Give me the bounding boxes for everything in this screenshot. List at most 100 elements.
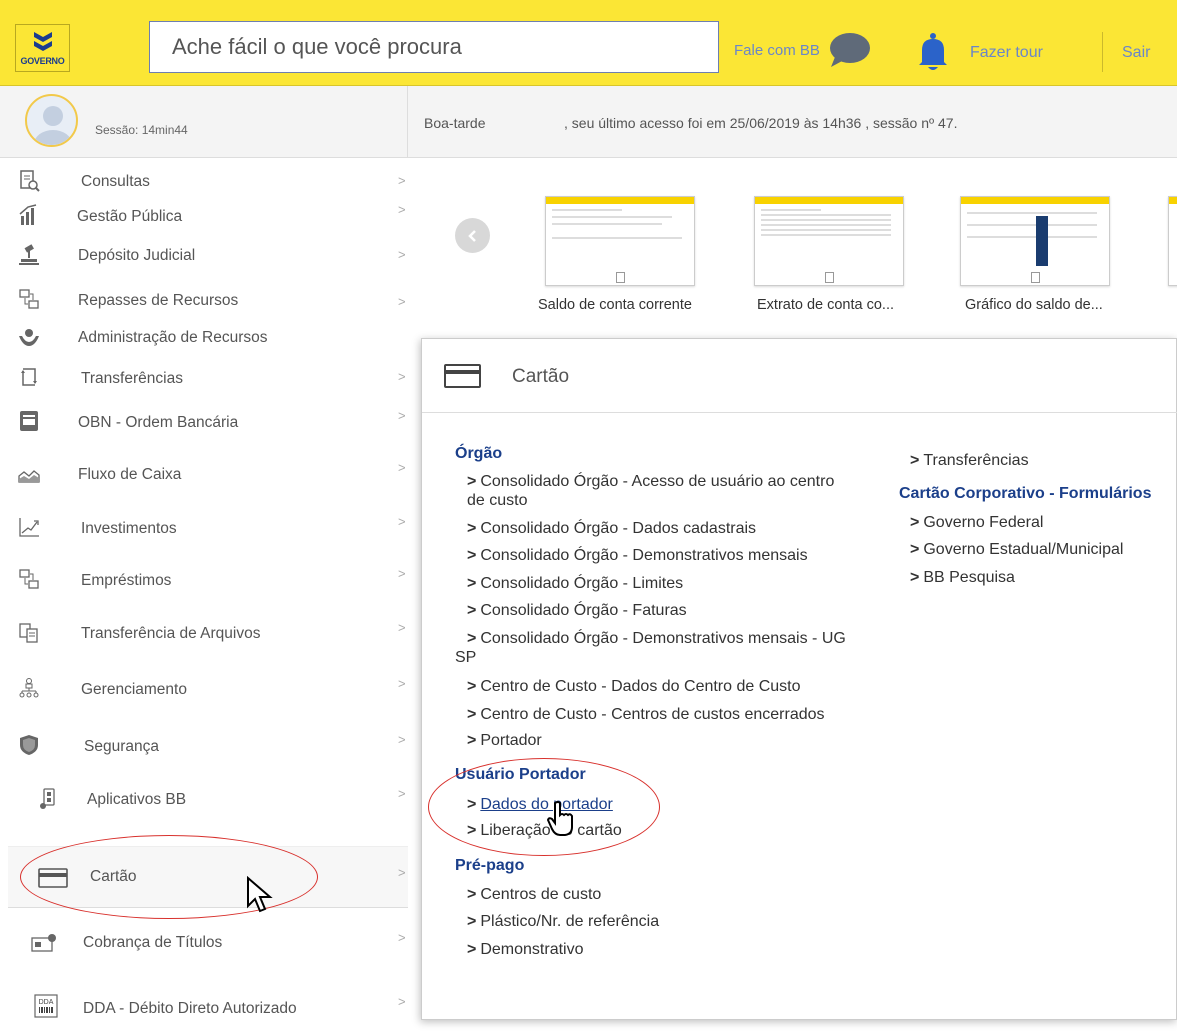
fazer-tour-link[interactable]: Fazer tour [970,44,1043,62]
dda-barcode-icon: DDA [34,994,58,1018]
link-governo-estadual-municipal[interactable]: > Governo Estadual/Municipal [910,540,1123,559]
sidebar-item-cartao[interactable]: Cartão > [8,846,408,908]
link-consolidado-demonstrativos-ug[interactable]: > Consolidado Órgão - Demonstrativos mens… [467,629,846,648]
link-consolidado-limites[interactable]: > Consolidado Órgão - Limites [467,574,683,593]
sidebar-item-repasses-de-recursos[interactable]: Repasses de Recursos > [8,286,408,314]
sidebar-item-label: Transferência de Arquivos [81,625,261,642]
thumb-line [552,237,682,239]
top-bar: GOVERNO Fale com BB Fazer tour Sair [0,0,1177,86]
fale-com-bb-button[interactable]: Fale com BB [734,30,872,70]
notifications-button[interactable] [916,32,950,79]
chevron-right-icon: > [398,408,406,423]
link-portador[interactable]: > Portador [467,731,542,750]
sidebar-item-transferencia-de-arquivos[interactable]: Transferência de Arquivos > [8,620,408,648]
thumb-header-bar [546,197,694,204]
sidebar-item-seguranca[interactable]: Segurança > [8,732,408,760]
carousel-caption[interactable]: Extrato de conta co... [757,297,894,313]
panel-header: Cartão [422,339,1177,413]
document-icon [825,272,834,283]
files-icon [18,622,40,644]
carousel-caption[interactable]: Gráfico do saldo de... [965,297,1103,313]
carousel-prev-button[interactable] [455,218,490,253]
panel-title: Cartão [512,366,570,387]
thumb-line [967,212,1097,214]
sidebar-item-aplicativos-bb[interactable]: Aplicativos BB > [8,786,408,814]
sair-link[interactable]: Sair [1122,44,1150,62]
link-consolidado-demonstrativos[interactable]: > Consolidado Órgão - Demonstrativos mens… [467,546,808,565]
carousel-thumb-grafico[interactable] [960,196,1110,286]
chevron-right-icon: > [467,575,477,592]
link-consolidado-dados-cadastrais[interactable]: > Consolidado Órgão - Dados cadastrais [467,519,756,538]
sidebar-item-obn[interactable]: OBN - Ordem Bancária > [8,408,408,436]
link-consolidado-acesso[interactable]: > Consolidado Órgão - Acesso de usuário a… [467,472,834,491]
receipt-search-icon [18,170,40,192]
search-box[interactable] [149,21,719,73]
sidebar-item-deposito-judicial[interactable]: Depósito Judicial > [8,242,408,270]
search-input[interactable] [172,34,696,60]
chevron-right-icon: > [398,930,406,945]
thumb-line [552,223,662,225]
bb-governo-logo[interactable]: GOVERNO [15,24,70,72]
chevron-right-icon: > [398,460,406,475]
chevron-right-icon: > [467,913,477,930]
thumb-line [761,214,891,216]
sidebar-item-administracao-de-recursos[interactable]: Administração de Recursos [8,324,408,352]
thumb-line [552,209,622,211]
chevron-right-icon: > [398,247,406,262]
session-bar: Sessão: 14min44 Boa-tarde , seu último a… [0,86,1177,158]
sidebar-item-investimentos[interactable]: Investimentos > [8,514,408,542]
chevron-right-icon: > [467,732,477,749]
sidebar-item-label: OBN - Ordem Bancária [78,414,239,431]
thumb-chart-bar [1036,216,1048,266]
chevron-right-icon: > [910,569,920,586]
sidebar-item-cobranca-de-titulos[interactable]: Cobrança de Títulos > [8,928,408,956]
sidebar-item-label: Depósito Judicial [78,247,196,264]
sidebar-item-label: Fluxo de Caixa [78,466,182,483]
sidebar-item-gerenciamento[interactable]: Gerenciamento > [8,676,408,704]
sidebar-item-fluxo-de-caixa[interactable]: Fluxo de Caixa > [8,460,408,488]
link-demonstrativo[interactable]: > Demonstrativo [467,940,584,959]
carousel-thumb-extrato[interactable] [754,196,904,286]
user-silhouette-icon [34,106,72,145]
sidebar-item-emprestimos[interactable]: Empréstimos > [8,566,408,594]
link-governo-federal[interactable]: > Governo Federal [910,513,1043,532]
link-dados-do-portador[interactable]: > Dados do portador [467,795,613,814]
chevron-right-icon: > [398,294,406,309]
carousel-thumb-saldo[interactable] [545,196,695,286]
header-divider [1102,32,1103,72]
greeting-text: Boa-tarde [424,115,486,131]
link-bb-pesquisa[interactable]: > BB Pesquisa [910,568,1015,587]
sidebar-item-label: Empréstimos [81,572,172,589]
sidebar-item-gestao-publica[interactable]: Gestão Pública > [8,202,408,230]
chevron-right-icon: > [467,886,477,903]
thumb-header-bar [1169,197,1177,204]
sidebar-item-dda[interactable]: DDA DDA - Débito Direto Autorizado > [8,992,408,1022]
avatar[interactable] [25,94,78,147]
chevron-right-icon: > [467,602,477,619]
link-plastico-referencia[interactable]: > Plástico/Nr. de referência [467,912,659,931]
sidebar-item-label: Aplicativos BB [87,791,187,808]
carousel-thumb-partial[interactable] [1168,196,1177,286]
link-liberacao-do-cartao[interactable]: > Liberação do cartão [467,821,622,840]
carousel-caption[interactable]: Saldo de conta corrente [538,297,692,313]
hand-pointer-cursor-icon [546,800,578,843]
link-consolidado-faturas[interactable]: > Consolidado Órgão - Faturas [467,601,687,620]
thumb-line [761,224,891,226]
chevron-right-icon: > [398,566,406,581]
sidebar-item-consultas[interactable]: Consultas > [8,168,408,196]
growth-chart-icon [18,516,40,538]
shield-icon [18,734,40,756]
bb-logo-icon [33,32,52,51]
sidebar-menu: Consultas > Gestão Pública > Depósito Ju… [8,158,408,1034]
link-consolidado-demonstrativos-ug-cont[interactable]: SP [455,648,476,667]
link-transferencias[interactable]: > Transferências [910,451,1029,470]
link-centro-custo-encerrados[interactable]: > Centro de Custo - Centros de custos enc… [467,705,825,724]
sidebar-item-transferencias[interactable]: Transferências > [8,364,408,392]
link-consolidado-acesso-cont[interactable]: de custo [467,491,527,510]
link-centro-custo-dados[interactable]: > Centro de Custo - Dados do Centro de Cu… [467,677,801,696]
section-title-orgao: Órgão [455,445,503,462]
thumb-line [761,209,821,211]
document-icon [616,272,625,283]
link-centros-de-custo[interactable]: > Centros de custo [467,885,601,904]
section-title-usuario-portador: Usuário Portador [455,766,586,783]
